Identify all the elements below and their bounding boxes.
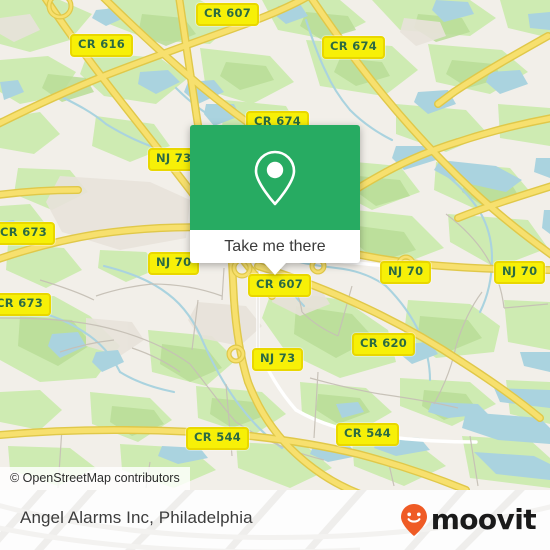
road-shield: CR 607 — [248, 274, 312, 297]
footer-bar: Angel Alarms Inc, Philadelphia moovit — [0, 490, 550, 550]
road-shield: CR 673 — [0, 222, 56, 245]
map-canvas[interactable]: CR 607 CR 616 CR 674 CR 674 NJ 73 CR 673 NJ 70… — [0, 0, 550, 490]
map-pin-icon — [254, 150, 296, 205]
moovit-smiley-pin-icon — [400, 504, 427, 536]
popup-action-bar[interactable]: Take me there — [190, 230, 360, 275]
road-shield: CR 673 — [0, 293, 52, 316]
road-shield: CR 616 — [70, 34, 134, 57]
take-me-there-button[interactable]: Take me there — [224, 238, 325, 256]
road-shield: CR 544 — [186, 427, 250, 450]
moovit-logo[interactable]: moovit — [399, 503, 537, 536]
map-screenshot: CR 607 CR 616 CR 674 CR 674 NJ 73 CR 673 NJ 70… — [0, 0, 550, 550]
popup-pointer — [264, 263, 286, 275]
location-popup-card[interactable]: Take me there — [190, 125, 360, 275]
road-shield: NJ 73 — [252, 348, 304, 371]
road-shield: CR 607 — [196, 3, 260, 26]
popup-header — [190, 125, 360, 230]
road-shield: NJ 70 — [494, 261, 546, 284]
road-shield: NJ 70 — [380, 261, 432, 284]
moovit-wordmark: moovit — [430, 503, 537, 536]
road-shield: CR 544 — [336, 423, 400, 446]
page-title: Angel Alarms Inc, Philadelphia — [20, 508, 253, 527]
road-shield: CR 620 — [352, 333, 416, 356]
map-attribution[interactable]: © OpenStreetMap contributors — [0, 467, 190, 490]
road-shield: CR 674 — [322, 36, 386, 59]
